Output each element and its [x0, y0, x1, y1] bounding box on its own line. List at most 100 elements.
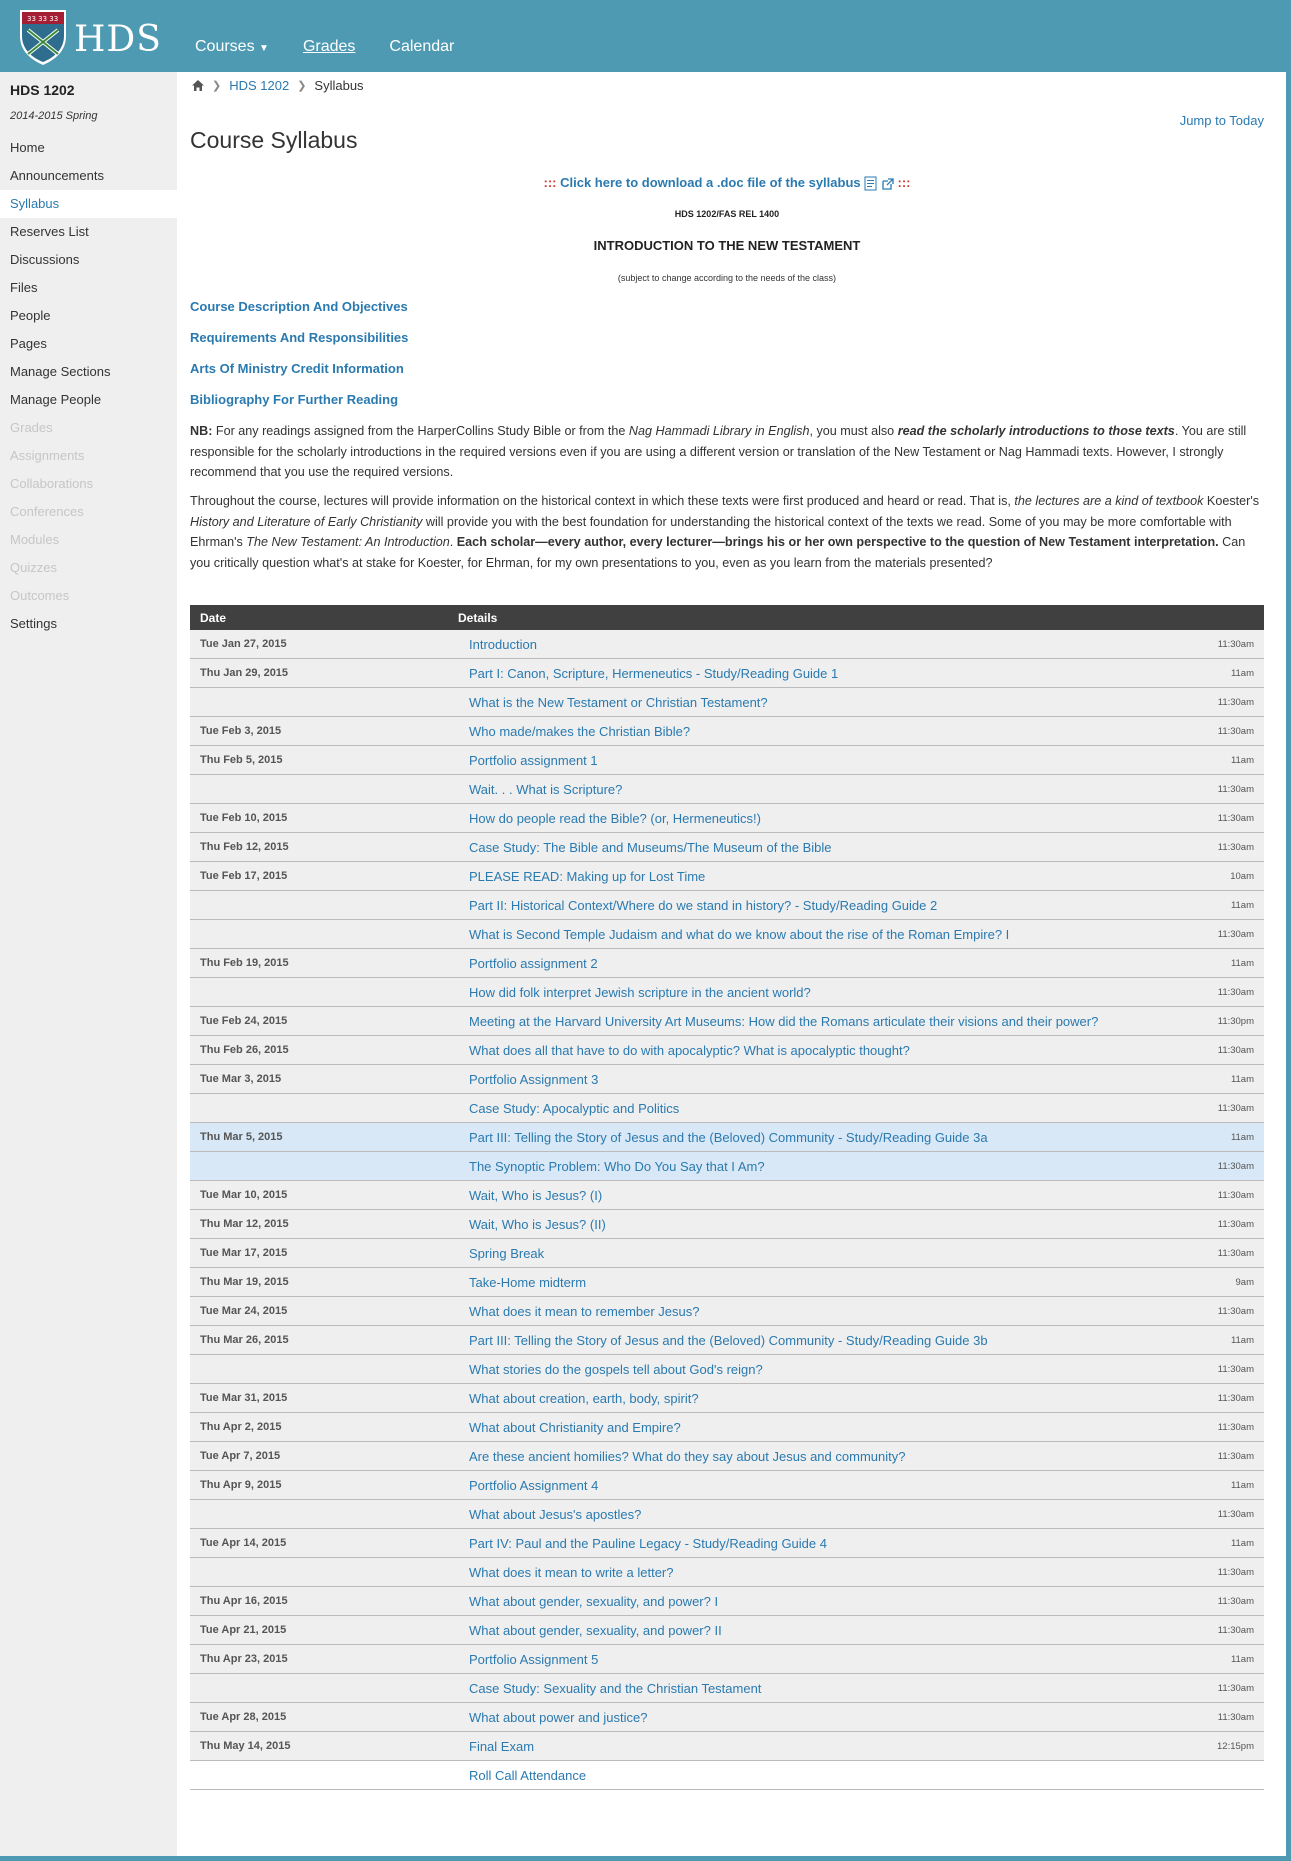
- schedule-event-link[interactable]: Final Exam: [448, 1731, 1174, 1761]
- schedule-event-link[interactable]: Case Study: Sexuality and the Christian …: [448, 1673, 1174, 1703]
- schedule-row: Thu Apr 9, 2015 Portfolio Assignment 4 11a…: [190, 1470, 1264, 1500]
- schedule-event-link[interactable]: What does all that have to do with apoca…: [448, 1035, 1174, 1065]
- schedule-event-link[interactable]: What does it mean to remember Jesus?: [448, 1296, 1174, 1326]
- course-code-line: HDS 1202/FAS REL 1400: [674, 209, 780, 219]
- sidebar-item-people[interactable]: People: [0, 302, 177, 330]
- nb-paragraph: NB: For any readings assigned from the H…: [190, 421, 1264, 483]
- schedule-time: 11:30am: [1174, 1209, 1264, 1239]
- schedule-time: 11:30am: [1174, 1499, 1264, 1529]
- schedule-time: 11am: [1174, 745, 1264, 775]
- breadcrumb-course-link[interactable]: HDS 1202: [229, 78, 289, 93]
- schedule-event-link[interactable]: What about Christianity and Empire?: [448, 1412, 1174, 1442]
- doc-file-icon[interactable]: [864, 176, 878, 191]
- course-text-1: Throughout the course, lectures will pro…: [190, 494, 1015, 508]
- schedule-event-link[interactable]: Meeting at the Harvard University Art Mu…: [448, 1006, 1174, 1036]
- schedule-event-link[interactable]: What about gender, sexuality, and power?…: [448, 1615, 1174, 1645]
- sidebar-item-manage-people[interactable]: Manage People: [0, 386, 177, 414]
- schedule-time: 11:30am: [1174, 1296, 1264, 1326]
- schedule-event-link[interactable]: What about power and justice?: [448, 1702, 1174, 1732]
- schedule-event-link[interactable]: Part IV: Paul and the Pauline Legacy - S…: [448, 1528, 1174, 1558]
- schedule-event-link[interactable]: Portfolio assignment 1: [448, 745, 1174, 775]
- schedule-time: 11:30am: [1174, 716, 1264, 746]
- schedule-time: 11:30am: [1174, 977, 1264, 1007]
- schedule-event-link[interactable]: Are these ancient homilies? What do they…: [448, 1441, 1174, 1471]
- schedule-row: Tue Apr 28, 2015 What about power and jus…: [190, 1702, 1264, 1732]
- schedule-row: Tue Feb 24, 2015 Meeting at the Harvard U…: [190, 1006, 1264, 1036]
- schedule-date: Tue Apr 7, 2015: [190, 1441, 448, 1471]
- schedule-event-link[interactable]: PLEASE READ: Making up for Lost Time: [448, 861, 1174, 891]
- sidebar-item-settings[interactable]: Settings: [0, 610, 177, 638]
- schedule-event-link[interactable]: What is Second Temple Judaism and what d…: [448, 919, 1174, 949]
- course-code: HDS 1202: [10, 82, 75, 98]
- schedule-row: Tue Mar 24, 2015 What does it mean to rem…: [190, 1296, 1264, 1326]
- section-link-description[interactable]: Course Description And Objectives: [190, 299, 408, 314]
- breadcrumb-separator-icon: ❯: [297, 80, 307, 92]
- schedule-event-link[interactable]: Portfolio assignment 2: [448, 948, 1174, 978]
- schedule-time: 11:30am: [1174, 1412, 1264, 1442]
- schedule-event-link[interactable]: Case Study: Apocalyptic and Politics: [448, 1093, 1174, 1123]
- nav-calendar[interactable]: Calendar: [389, 38, 454, 56]
- section-link-arts-of-ministry[interactable]: Arts Of Ministry Credit Information: [190, 361, 404, 376]
- schedule-time: 11:30am: [1174, 1093, 1264, 1123]
- schedule-date: Thu May 14, 2015: [190, 1731, 448, 1761]
- section-link-bibliography[interactable]: Bibliography For Further Reading: [190, 392, 398, 407]
- schedule-time: 11:30am: [1174, 1238, 1264, 1268]
- schedule-event-link[interactable]: Take-Home midterm: [448, 1267, 1174, 1297]
- hds-logo[interactable]: 33 33 33 HDS: [18, 8, 166, 68]
- sidebar-item-announcements[interactable]: Announcements: [0, 162, 177, 190]
- download-syllabus-link[interactable]: Click here to download a .doc file of th…: [560, 175, 861, 190]
- schedule-event-link[interactable]: What about Jesus's apostles?: [448, 1499, 1174, 1529]
- sidebar-item-home[interactable]: Home: [0, 134, 177, 162]
- schedule-event-link[interactable]: Part III: Telling the Story of Jesus and…: [448, 1325, 1174, 1355]
- sidebar-item-files[interactable]: Files: [0, 274, 177, 302]
- external-link-icon[interactable]: [882, 177, 894, 190]
- schedule-event-link[interactable]: Part I: Canon, Scripture, Hermeneutics -…: [448, 658, 1174, 688]
- schedule-event-link[interactable]: What does it mean to write a letter?: [448, 1557, 1174, 1587]
- schedule-event-link[interactable]: Wait, Who is Jesus? (I): [448, 1180, 1174, 1210]
- schedule-event-link[interactable]: Portfolio Assignment 3: [448, 1064, 1174, 1094]
- schedule-event-link[interactable]: What stories do the gospels tell about G…: [448, 1354, 1174, 1384]
- schedule-event-link[interactable]: Roll Call Attendance: [448, 1760, 1174, 1790]
- sidebar-item-reserves-list[interactable]: Reserves List: [0, 218, 177, 246]
- schedule-event-link[interactable]: Introduction: [448, 630, 1174, 659]
- schedule-time: 11:30am: [1174, 1615, 1264, 1645]
- schedule-time: 11:30am: [1174, 1354, 1264, 1384]
- schedule-date: [190, 1093, 448, 1123]
- jump-to-today-link[interactable]: Jump to Today: [1180, 113, 1264, 128]
- sidebar-item-syllabus[interactable]: Syllabus: [0, 190, 177, 218]
- schedule-date: Tue Apr 28, 2015: [190, 1702, 448, 1732]
- schedule-row: What does it mean to write a letter? 11:3…: [190, 1557, 1264, 1587]
- schedule-row: What about Jesus's apostles? 11:30am: [190, 1499, 1264, 1529]
- svg-text:33 33 33: 33 33 33: [27, 15, 58, 23]
- schedule-event-link[interactable]: What is the New Testament or Christian T…: [448, 687, 1174, 717]
- schedule-time: 9am: [1174, 1267, 1264, 1297]
- schedule-date: [190, 1760, 448, 1790]
- sidebar-item-discussions[interactable]: Discussions: [0, 246, 177, 274]
- sidebar-item-pages[interactable]: Pages: [0, 330, 177, 358]
- schedule-event-link[interactable]: How did folk interpret Jewish scripture …: [448, 977, 1174, 1007]
- schedule-row: Tue Mar 3, 2015 Portfolio Assignment 3 11a…: [190, 1064, 1264, 1094]
- schedule-event-link[interactable]: What about creation, earth, body, spirit…: [448, 1383, 1174, 1413]
- schedule-event-link[interactable]: Wait, Who is Jesus? (II): [448, 1209, 1174, 1239]
- course-full-title: INTRODUCTION TO THE NEW TESTAMENT: [593, 238, 861, 253]
- schedule-event-link[interactable]: Portfolio Assignment 4: [448, 1470, 1174, 1500]
- schedule-event-link[interactable]: Who made/makes the Christian Bible?: [448, 716, 1174, 746]
- schedule-event-link[interactable]: Spring Break: [448, 1238, 1174, 1268]
- schedule-event-link[interactable]: How do people read the Bible? (or, Herme…: [448, 803, 1174, 833]
- schedule-event-link[interactable]: Case Study: The Bible and Museums/The Mu…: [448, 832, 1174, 862]
- home-icon[interactable]: [192, 80, 204, 91]
- schedule-event-link[interactable]: Wait. . . What is Scripture?: [448, 774, 1174, 804]
- schedule-event-link[interactable]: Part II: Historical Context/Where do we …: [448, 890, 1174, 920]
- sidebar-item-manage-sections[interactable]: Manage Sections: [0, 358, 177, 386]
- nav-grades[interactable]: Grades: [303, 38, 355, 56]
- schedule-date: [190, 1151, 448, 1181]
- schedule-event-link[interactable]: What about gender, sexuality, and power?…: [448, 1586, 1174, 1616]
- schedule-date: [190, 1673, 448, 1703]
- schedule-event-link[interactable]: Part III: Telling the Story of Jesus and…: [448, 1122, 1174, 1152]
- schedule-row: Tue Feb 17, 2015 PLEASE READ: Making up f…: [190, 861, 1264, 891]
- nav-courses[interactable]: Courses ▼: [195, 38, 269, 56]
- section-link-requirements[interactable]: Requirements And Responsibilities: [190, 330, 408, 345]
- schedule-event-link[interactable]: The Synoptic Problem: Who Do You Say tha…: [448, 1151, 1174, 1181]
- schedule-event-link[interactable]: Portfolio Assignment 5: [448, 1644, 1174, 1674]
- nb-italic-1: Nag Hammadi Library in English: [628, 424, 810, 438]
